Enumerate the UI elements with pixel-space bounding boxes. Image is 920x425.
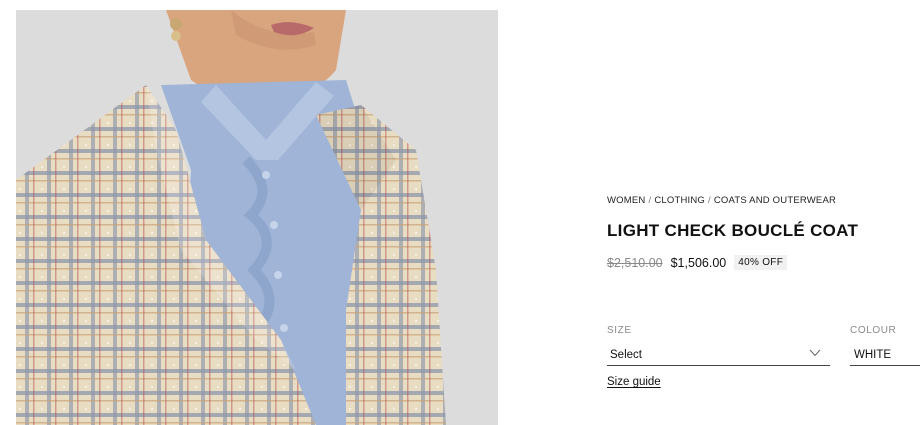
price-block: $2,510.00 $1,506.00 40% OFF <box>607 255 788 270</box>
breadcrumb-separator: / <box>708 195 711 206</box>
product-image[interactable] <box>16 10 498 425</box>
colour-select-value: WHITE <box>854 349 892 361</box>
breadcrumb-coats-and-outerwear[interactable]: COATS AND OUTERWEAR <box>714 195 836 206</box>
breadcrumb-women[interactable]: WOMEN <box>607 195 645 206</box>
size-select[interactable]: Select <box>607 345 830 366</box>
product-title: LIGHT CHECK BOUCLÉ COAT <box>607 221 859 240</box>
size-label: SIZE <box>607 325 632 336</box>
size-select-value: Select <box>610 349 642 361</box>
colour-label: COLOUR <box>850 325 897 336</box>
breadcrumb: WOMEN / CLOTHING / COATS AND OUTERWEAR <box>607 195 836 206</box>
colour-select[interactable]: WHITE <box>850 345 920 366</box>
size-guide-link[interactable]: Size guide <box>607 376 661 388</box>
original-price: $2,510.00 <box>607 255 663 270</box>
chevron-down-icon <box>809 349 821 357</box>
breadcrumb-separator: / <box>648 195 652 206</box>
discount-badge: 40% OFF <box>734 255 788 270</box>
sale-price: $1,506.00 <box>670 255 727 270</box>
breadcrumb-clothing[interactable]: CLOTHING <box>654 195 705 206</box>
